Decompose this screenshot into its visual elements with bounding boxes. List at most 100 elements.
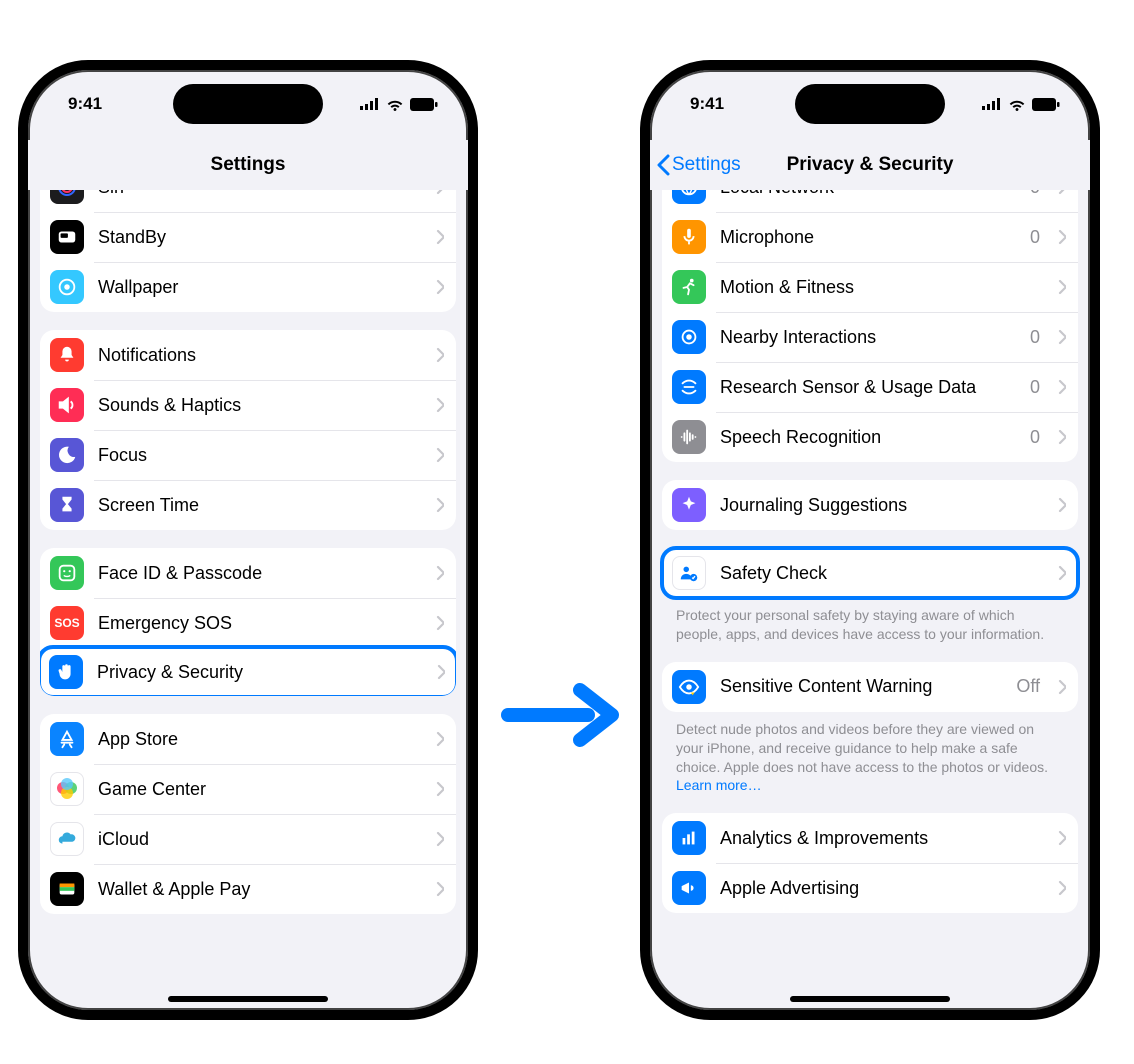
chevron-right-icon [1058, 279, 1066, 295]
chevron-right-icon [1058, 229, 1066, 245]
row-label: Notifications [98, 345, 422, 366]
row-label: Focus [98, 445, 422, 466]
chevron-right-icon [436, 731, 444, 747]
cellular-icon [360, 98, 380, 110]
row-label: Local Network [720, 190, 1016, 198]
chevron-right-icon [436, 229, 444, 245]
chevron-right-icon [436, 347, 444, 363]
settings-group: Notifications Sounds & Haptics Focus Screen… [40, 330, 456, 530]
chevron-right-icon [436, 781, 444, 797]
standby-icon [50, 220, 84, 254]
settings-group: Analytics & ImprovementsApple Advertisin… [662, 813, 1078, 913]
row-value: Off [1016, 676, 1040, 697]
chevron-right-icon [436, 881, 444, 897]
row-icloud[interactable]: iCloud [40, 814, 456, 864]
row-label: Speech Recognition [720, 427, 1016, 448]
row-standby[interactable]: StandBy [40, 212, 456, 262]
row-value: 0 [1030, 227, 1040, 248]
row-nearby[interactable]: Nearby Interactions0 [662, 312, 1078, 362]
journal-icon [672, 488, 706, 522]
group-footer: Protect your personal safety by staying … [662, 598, 1078, 644]
battery-icon [410, 98, 438, 111]
row-mic[interactable]: Microphone 0 [662, 212, 1078, 262]
research-icon [672, 370, 706, 404]
back-label: Settings [672, 154, 741, 176]
row-label: Microphone [720, 227, 1016, 248]
dynamic-island [173, 84, 323, 124]
row-appstore[interactable]: App Store [40, 714, 456, 764]
row-safety[interactable]: Safety Check [662, 548, 1078, 598]
row-label: Game Center [98, 779, 422, 800]
siri-icon [50, 190, 84, 204]
chevron-right-icon [436, 190, 444, 195]
phone-privacy: 9:41 Settings Privacy & Security Local N… [640, 60, 1100, 1020]
settings-list[interactable]: Siri StandByWallpaper Notifications Sounds … [28, 190, 468, 1010]
mic-icon [672, 220, 706, 254]
settings-group: Sensitive Content Warning Off [662, 662, 1078, 712]
row-faceid[interactable]: Face ID & Passcode [40, 548, 456, 598]
group-footer: Detect nude photos and videos before the… [662, 712, 1078, 796]
chevron-right-icon [436, 497, 444, 513]
settings-group: Safety Check [662, 548, 1078, 598]
back-button[interactable]: Settings [656, 140, 741, 190]
row-label: Journaling Suggestions [720, 495, 1044, 516]
row-notifications[interactable]: Notifications [40, 330, 456, 380]
chevron-right-icon [1058, 497, 1066, 513]
settings-group: Local Network0Microphone0Motion & Fitnes… [662, 190, 1078, 462]
status-icons [360, 98, 438, 111]
row-label: Siri [98, 190, 422, 198]
row-sounds[interactable]: Sounds & Haptics [40, 380, 456, 430]
row-motion[interactable]: Motion & Fitness [662, 262, 1078, 312]
battery-icon [1032, 98, 1060, 111]
notifications-icon [50, 338, 84, 372]
localnet-icon [672, 190, 706, 204]
row-sos[interactable]: SOS Emergency SOS [40, 598, 456, 648]
row-label: Face ID & Passcode [98, 563, 422, 584]
appstore-icon [50, 722, 84, 756]
row-localnet[interactable]: Local Network0 [662, 190, 1078, 212]
wallpaper-icon [50, 270, 84, 304]
focus-icon [50, 438, 84, 472]
row-gamecenter[interactable]: Game Center [40, 764, 456, 814]
row-focus[interactable]: Focus [40, 430, 456, 480]
status-time: 9:41 [68, 94, 102, 114]
nav-bar: Settings Privacy & Security [650, 140, 1090, 190]
privacy-list[interactable]: Local Network0Microphone0Motion & Fitnes… [650, 190, 1090, 1010]
settings-group: Siri StandByWallpaper [40, 190, 456, 312]
row-label: Emergency SOS [98, 613, 422, 634]
row-ads[interactable]: Apple Advertising [662, 863, 1078, 913]
row-label: App Store [98, 729, 422, 750]
chevron-right-icon [436, 565, 444, 581]
row-label: Research Sensor & Usage Data [720, 377, 1016, 398]
row-label: Wallet & Apple Pay [98, 879, 422, 900]
row-analytics[interactable]: Analytics & Improvements [662, 813, 1078, 863]
row-privacy[interactable]: Privacy & Security [40, 647, 456, 696]
learn-more-link[interactable]: Learn more… [676, 777, 762, 793]
row-wallpaper[interactable]: Wallpaper [40, 262, 456, 312]
chevron-right-icon [1058, 880, 1066, 896]
speech-icon [672, 420, 706, 454]
row-journal[interactable]: Journaling Suggestions [662, 480, 1078, 530]
row-value: 0 [1030, 377, 1040, 398]
row-siri[interactable]: Siri [40, 190, 456, 212]
row-screentime[interactable]: Screen Time [40, 480, 456, 530]
home-indicator[interactable] [790, 996, 950, 1002]
privacy-icon [49, 655, 83, 689]
row-scw[interactable]: Sensitive Content Warning Off [662, 662, 1078, 712]
screentime-icon [50, 488, 84, 522]
row-label: Sensitive Content Warning [720, 676, 1002, 697]
ads-icon [672, 871, 706, 905]
row-label: Safety Check [720, 563, 1044, 584]
motion-icon [672, 270, 706, 304]
nav-bar: Settings [28, 140, 468, 190]
row-label: Nearby Interactions [720, 327, 1016, 348]
home-indicator[interactable] [168, 996, 328, 1002]
row-label: Screen Time [98, 495, 422, 516]
faceid-icon [50, 556, 84, 590]
row-wallet[interactable]: Wallet & Apple Pay [40, 864, 456, 914]
chevron-right-icon [1058, 329, 1066, 345]
sos-icon: SOS [50, 606, 84, 640]
row-speech[interactable]: Speech Recognition0 [662, 412, 1078, 462]
row-research[interactable]: Research Sensor & Usage Data 0 [662, 362, 1078, 412]
wallet-icon [50, 872, 84, 906]
